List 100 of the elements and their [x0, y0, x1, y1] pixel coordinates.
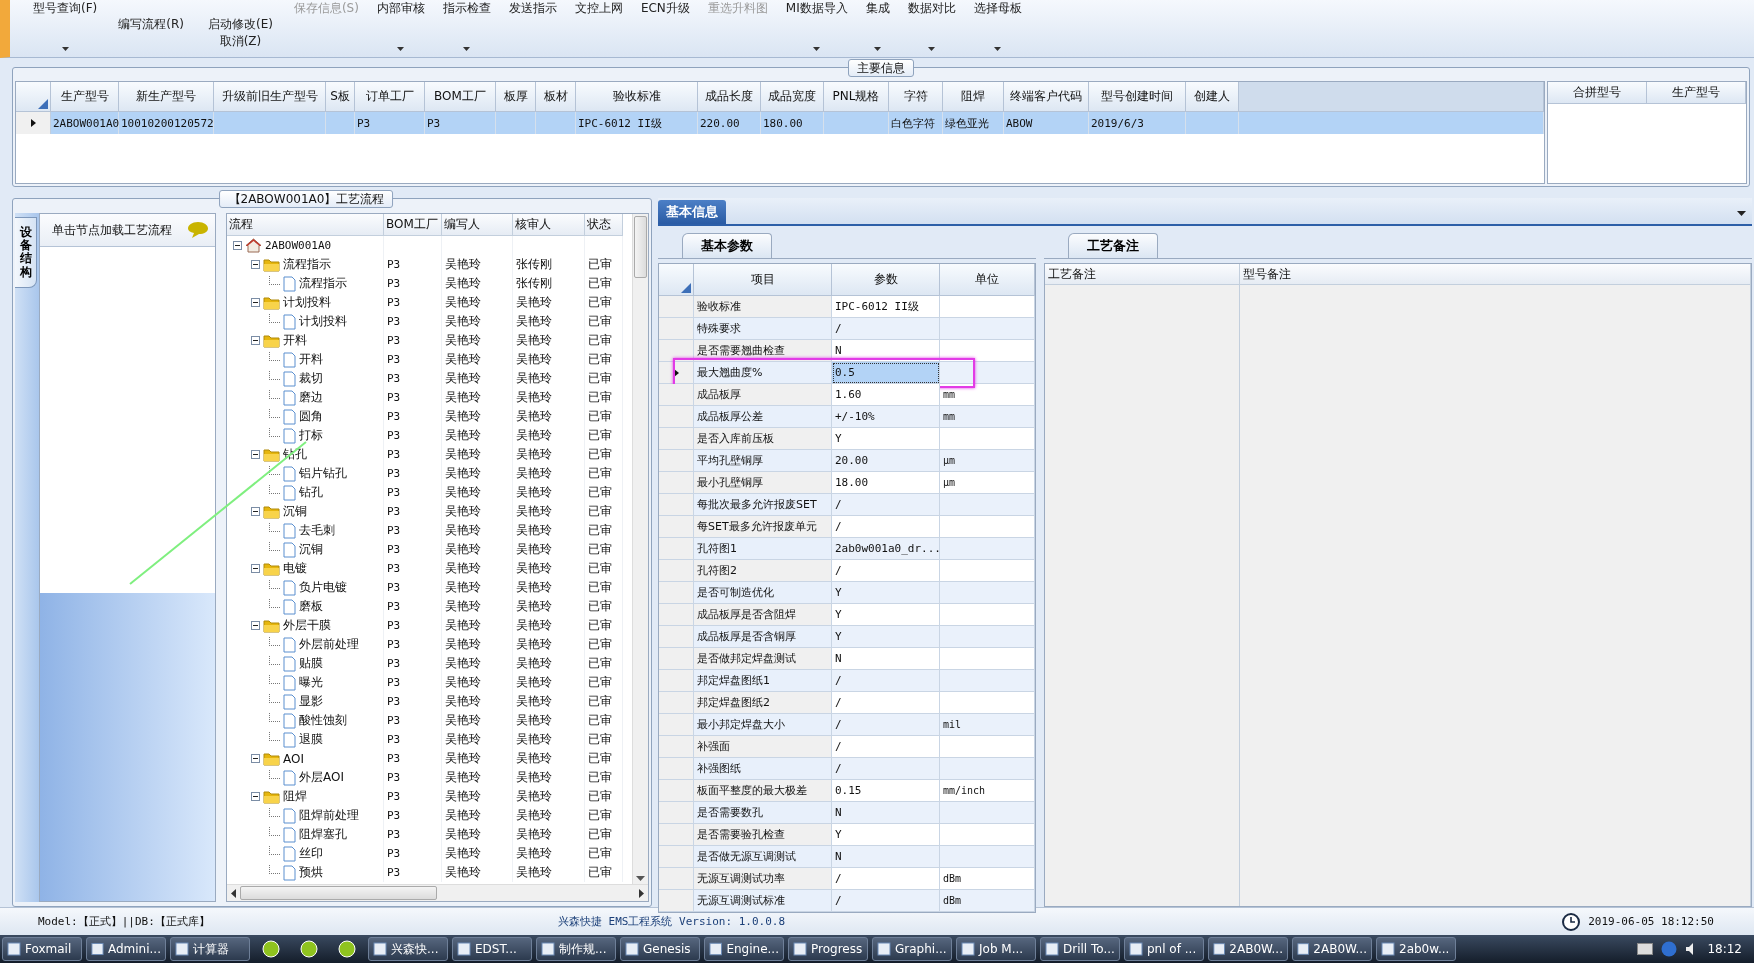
- column-header[interactable]: 核审人: [513, 214, 585, 236]
- column-header[interactable]: 升级前旧生产型号: [214, 82, 326, 112]
- table-row[interactable]: 补强图纸 /: [659, 758, 1035, 780]
- column-header[interactable]: 生产型号: [1647, 82, 1746, 104]
- tree-node[interactable]: 钻孔: [299, 484, 323, 501]
- column-header[interactable]: 型号创建时间: [1089, 82, 1186, 112]
- tree-node[interactable]: 打标: [299, 427, 323, 444]
- collapse-box-icon[interactable]: [251, 792, 260, 801]
- tree-node[interactable]: 曝光: [299, 674, 323, 691]
- column-header[interactable]: 型号备注: [1240, 264, 1751, 285]
- help-icon[interactable]: [1661, 941, 1678, 957]
- dropdown-caret-icon[interactable]: [463, 47, 471, 51]
- tree-node[interactable]: 酸性蚀刻: [299, 712, 347, 729]
- scroll-right-icon[interactable]: [639, 888, 644, 898]
- taskbar-button[interactable]: 制作规...: [536, 937, 616, 961]
- table-row[interactable]: 是否可制造优化 Y: [659, 582, 1035, 604]
- tree-node[interactable]: 阻焊塞孔: [299, 826, 347, 843]
- panel-tab[interactable]: 基本参数: [682, 233, 772, 258]
- taskbar-button[interactable]: Progress: [788, 937, 868, 961]
- toolbar-button[interactable]: 内部审核: [374, 0, 427, 17]
- column-header[interactable]: 终端客户代码: [1004, 82, 1089, 112]
- table-row[interactable]: 最小邦定焊盘大小 / mil: [659, 714, 1035, 736]
- collapse-box-icon[interactable]: [251, 336, 260, 345]
- toolbar-button[interactable]: 取消(Z): [217, 33, 264, 50]
- toolbar-button[interactable]: ECN升级: [638, 0, 692, 17]
- taskbar-button[interactable]: 2AB0W...: [1208, 937, 1288, 961]
- taskbar-button[interactable]: 2AB0W...: [1292, 937, 1372, 961]
- collapse-box-icon[interactable]: [251, 754, 260, 763]
- taskbar-button[interactable]: 兴森快...: [368, 937, 448, 961]
- column-header[interactable]: 订单工厂: [355, 82, 425, 112]
- taskbar-button[interactable]: Job M...: [956, 937, 1036, 961]
- vertical-tab[interactable]: 设备结构: [15, 217, 37, 288]
- tree-node[interactable]: 电镀: [283, 560, 307, 577]
- column-header[interactable]: 编写人: [442, 214, 513, 236]
- taskbar-button[interactable]: Engine...: [704, 937, 784, 961]
- column-header[interactable]: 成品长度: [698, 82, 761, 112]
- tree-node[interactable]: 外层前处理: [299, 636, 359, 653]
- table-row[interactable]: 特殊要求 /: [659, 318, 1035, 340]
- toolbar-button[interactable]: 型号查询(F): [31, 0, 100, 17]
- tree-node[interactable]: 开料: [299, 351, 323, 368]
- tree-node[interactable]: 磨板: [299, 598, 323, 615]
- horizontal-scrollbar[interactable]: [227, 884, 648, 901]
- table-row[interactable]: 成品板厚是否含铜厚 Y: [659, 626, 1035, 648]
- table-row[interactable]: 最小孔壁铜厚 18.00 μm: [659, 472, 1035, 494]
- table-row[interactable]: 孔符图2 /: [659, 560, 1035, 582]
- scroll-left-icon[interactable]: [231, 888, 236, 898]
- dropdown-caret-icon[interactable]: [994, 47, 1002, 51]
- table-row[interactable]: 是否需要翘曲检查 N: [659, 340, 1035, 362]
- clock-time[interactable]: 18:12: [1707, 942, 1742, 956]
- column-header[interactable]: 工艺备注: [1045, 264, 1240, 285]
- tree-node[interactable]: 外层干膜: [283, 617, 331, 634]
- table-row[interactable]: 无源互调测试标准 / dBm: [659, 890, 1035, 912]
- section-tab[interactable]: 基本信息: [658, 200, 726, 224]
- column-header[interactable]: S板: [326, 82, 355, 112]
- taskbar-button[interactable]: Graphi...: [872, 937, 952, 961]
- tree-node[interactable]: 阻焊: [283, 788, 307, 805]
- dropdown-caret-icon[interactable]: [1737, 211, 1746, 216]
- tree-node[interactable]: 流程指示: [283, 256, 331, 273]
- table-row[interactable]: 无源互调测试功率 / dBm: [659, 868, 1035, 890]
- column-header[interactable]: PNL规格: [824, 82, 889, 112]
- dropdown-caret-icon[interactable]: [813, 47, 821, 51]
- column-header[interactable]: 成品宽度: [761, 82, 824, 112]
- tree-node[interactable]: 负片电镀: [299, 579, 347, 596]
- tree-node[interactable]: 铝片钻孔: [299, 465, 347, 482]
- taskbar-button[interactable]: Foxmail: [2, 937, 82, 961]
- table-row[interactable]: 补强面 /: [659, 736, 1035, 758]
- collapse-box-icon[interactable]: [251, 298, 260, 307]
- column-header[interactable]: 新生产型号: [119, 82, 214, 112]
- toolbar-button[interactable]: 选择母板: [971, 0, 1024, 17]
- table-row[interactable]: 成品板厚公差 +/-10% mm: [659, 406, 1035, 428]
- tree-node[interactable]: 流程指示: [299, 275, 347, 292]
- column-header[interactable]: 生产型号: [51, 82, 119, 112]
- column-header[interactable]: 流程: [227, 214, 384, 236]
- dropdown-caret-icon[interactable]: [928, 47, 936, 51]
- collapse-box-icon[interactable]: [251, 507, 260, 516]
- dropdown-caret-icon[interactable]: [397, 47, 405, 51]
- tree-node[interactable]: AOI: [283, 751, 304, 766]
- collapse-box-icon[interactable]: [251, 260, 260, 269]
- tree-node[interactable]: 沉铜: [299, 541, 323, 558]
- table-row[interactable]: 每SET最多允许报废单元 /: [659, 516, 1035, 538]
- table-row[interactable]: 成品板厚 1.60 mm: [659, 384, 1035, 406]
- table-row[interactable]: 是否做邦定焊盘测试 N: [659, 648, 1035, 670]
- collapse-box-icon[interactable]: [251, 564, 260, 573]
- column-header[interactable]: 验收标准: [576, 82, 698, 112]
- tree-node[interactable]: 预烘: [299, 864, 323, 881]
- column-header[interactable]: BOM工厂: [425, 82, 496, 112]
- taskbar-button[interactable]: EDST...: [452, 937, 532, 961]
- table-row[interactable]: 是否需要数孔 N: [659, 802, 1035, 824]
- column-header[interactable]: 参数: [832, 264, 940, 296]
- scroll-thumb[interactable]: [240, 886, 437, 900]
- table-row[interactable]: 每批次最多允许报废SET /: [659, 494, 1035, 516]
- tree-node[interactable]: 退膜: [299, 731, 323, 748]
- column-header[interactable]: 字符: [889, 82, 943, 112]
- collapse-box-icon[interactable]: [251, 450, 260, 459]
- tree-node[interactable]: 开料: [283, 332, 307, 349]
- tree-node[interactable]: 贴膜: [299, 655, 323, 672]
- toolbar-button[interactable]: 文控上网: [572, 0, 625, 17]
- table-row[interactable]: 邦定焊盘图纸1 /: [659, 670, 1035, 692]
- table-row[interactable]: 孔符图1 2ab0w001a0_dr...: [659, 538, 1035, 560]
- column-header[interactable]: 项目: [694, 264, 832, 296]
